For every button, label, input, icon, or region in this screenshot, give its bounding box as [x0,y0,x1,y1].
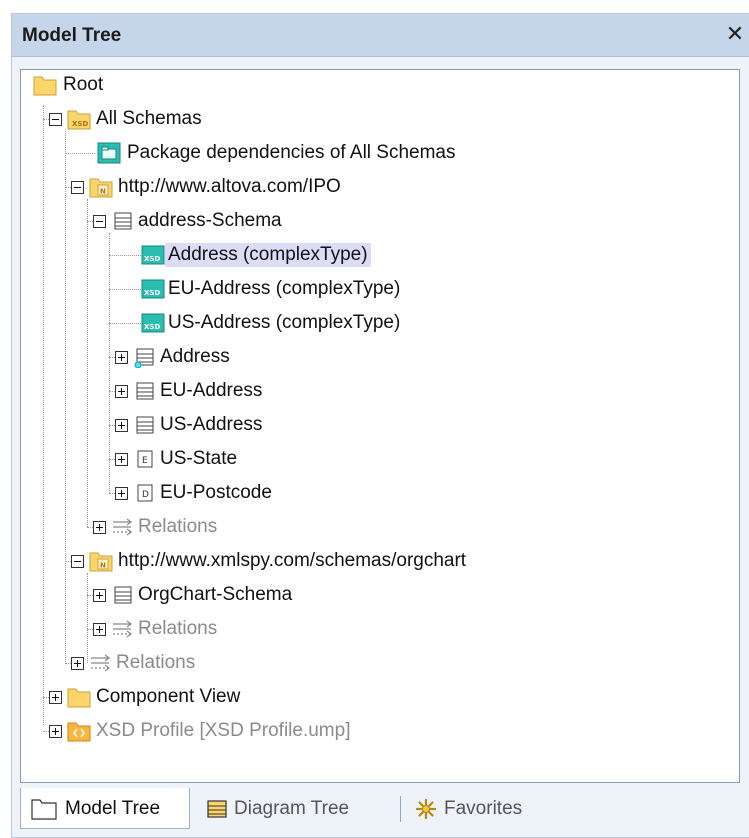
folder-icon [31,799,57,820]
tree-node-label: US-Address (complexType) [168,312,401,333]
tab-favorites[interactable]: Favorites [406,788,566,828]
tree-node-label: Relations [138,516,218,537]
tree-node-label: OrgChart-Schema [138,584,293,605]
tree-node-label: EU-Address (complexType) [168,278,401,299]
collapse-toggle[interactable] [93,215,106,228]
tree-node-address-schema[interactable]: address-Schema [21,206,739,236]
expand-toggle[interactable] [115,453,128,466]
tree-node-package-dependencies[interactable]: Package dependencies of All Schemas [21,138,739,168]
expand-toggle[interactable] [115,385,128,398]
expand-toggle[interactable] [93,623,106,636]
tree-node-label: XSD Profile [XSD Profile.ump] [96,720,351,741]
expand-toggle[interactable] [49,691,62,704]
svg-text:XSD: XSD [144,255,160,263]
tree-node-us-address-complextype[interactable]: XSD US-Address (complexType) [21,308,739,338]
tree-node-label: Address [160,346,230,367]
tree-node-label: All Schemas [96,108,202,129]
diagram-tree-icon [207,800,227,818]
close-icon[interactable]: ✕ [724,22,746,46]
expand-toggle[interactable] [115,351,128,364]
tree-node-label: address-Schema [138,210,282,231]
tree-node-us-state[interactable]: E US-State [21,444,739,474]
tree-node-label: Package dependencies of All Schemas [127,142,456,163]
tree-node-xsd-profile[interactable]: XSD Profile [XSD Profile.ump] [21,716,739,746]
schema-icon [114,586,132,604]
tree-node-address-complextype[interactable]: XSD Address (complexType) [21,240,739,270]
tree-node-orgchart-schema[interactable]: OrgChart-Schema [21,580,739,610]
tab-model-tree[interactable]: Model Tree [20,788,190,829]
package-diagram-icon [97,142,121,164]
svg-text:D: D [142,490,149,500]
panel-tab-bar: Model Tree Diagram Tree Favorites [20,788,740,832]
tree-node-label: EU-Address [160,380,263,401]
tree-node-relations-orgchart[interactable]: Relations [21,614,739,644]
expand-toggle[interactable] [49,725,62,738]
expand-toggle[interactable] [115,487,128,500]
tree-node-component-view[interactable]: Component View [21,682,739,712]
expand-toggle[interactable] [93,521,106,534]
schema-icon [114,212,132,230]
collapse-toggle[interactable] [71,181,84,194]
expand-toggle[interactable] [71,657,84,670]
tree-node-eu-address[interactable]: EU-Address [21,376,739,406]
tree-node-label: Root [63,74,104,95]
tree-node-label: US-State [160,448,238,469]
xsd-complextype-icon: XSD [141,279,165,299]
xsd-complextype-icon: XSD [141,245,165,265]
tab-label: Diagram Tree [234,798,350,819]
tree-node-label: http://www.altova.com/IPO [118,176,341,197]
tree-node-us-address[interactable]: US-Address [21,410,739,440]
tab-label: Model Tree [65,798,161,819]
tree-node-namespace-orgchart[interactable]: N http://www.xmlspy.com/schemas/orgchart [21,546,739,576]
tree-node-label: Relations [138,618,218,639]
tree-node-eu-address-complextype[interactable]: XSD EU-Address (complexType) [21,274,739,304]
svg-text:XSD: XSD [144,323,160,331]
namespace-package-icon: N [89,178,113,198]
tree-node-relations-all-schemas[interactable]: Relations [21,648,739,678]
expand-toggle[interactable] [93,589,106,602]
tree-node-label: US-Address [160,414,263,435]
tree-node-address[interactable]: Address [21,342,739,372]
folder-icon [67,688,91,708]
namespace-package-icon: N [89,552,113,572]
panel-title: Model Tree [22,25,122,46]
class-icon [136,382,154,400]
svg-text:N: N [100,562,106,570]
relations-icon [91,654,110,672]
svg-text:XSD: XSD [144,289,160,297]
model-tree: Root XSD All Schemas Package dependencie… [20,69,740,783]
collapse-toggle[interactable] [71,555,84,568]
tab-separator [400,796,401,822]
xsd-package-icon: XSD [67,110,91,130]
collapse-toggle[interactable] [49,113,62,126]
tree-node-root[interactable]: Root [21,70,739,100]
model-tree-panel: Model Tree ✕ Root XSD All Schemas Packag… [11,13,749,838]
tree-node-label: http://www.xmlspy.com/schemas/orgchart [118,550,467,571]
class-icon [134,348,154,368]
relations-icon [113,518,132,536]
tree-node-label: Component View [96,686,241,707]
folder-icon [33,76,57,96]
tree-node-label: EU-Postcode [160,482,272,503]
panel-titlebar: Model Tree ✕ [12,14,749,57]
svg-text:XSD: XSD [72,120,88,128]
enumeration-icon: E [137,450,153,468]
xsd-complextype-icon: XSD [141,313,165,333]
tab-diagram-tree[interactable]: Diagram Tree [192,788,392,828]
datatype-icon: D [137,484,153,502]
tree-node-eu-postcode[interactable]: D EU-Postcode [21,478,739,508]
class-icon [136,416,154,434]
tree-node-relations-ipo[interactable]: Relations [21,512,739,542]
tree-node-label: Relations [116,652,196,673]
svg-text:N: N [100,188,106,196]
tree-node-all-schemas[interactable]: XSD All Schemas [21,104,739,134]
tree-node-namespace-ipo[interactable]: N http://www.altova.com/IPO [21,172,739,202]
tree-node-label: Address (complexType) [165,243,371,267]
svg-text:E: E [142,456,148,466]
relations-icon [113,620,132,638]
favorites-star-icon [415,798,437,820]
tab-label: Favorites [444,798,523,819]
expand-toggle[interactable] [115,419,128,432]
profile-package-icon [67,722,91,742]
